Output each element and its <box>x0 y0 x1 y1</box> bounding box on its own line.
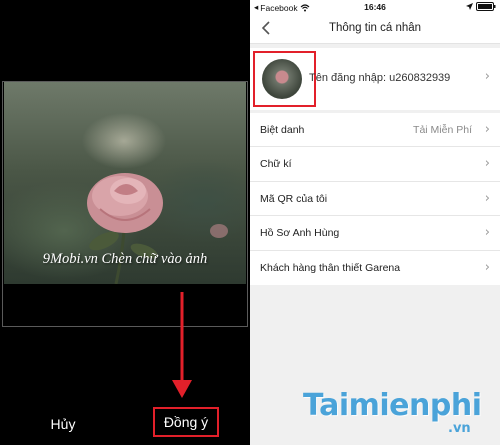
nav-bar: Thông tin cá nhân <box>250 14 500 44</box>
page-title: Thông tin cá nhân <box>328 22 422 34</box>
photo-crop-screen: 9Mobi.vn Chèn chữ vào ảnh Hủy Đồng ý <box>0 0 250 445</box>
menu-item-signature[interactable]: Chữ kí › <box>250 147 500 182</box>
menu-item-value: Tải Miễn Phí <box>413 124 472 136</box>
username: Tên đăng nhập: u260832939 <box>309 72 451 84</box>
battery-icon <box>476 2 496 11</box>
arrow-down-icon <box>172 292 192 398</box>
menu-item-label: Hồ Sơ Anh Hùng <box>260 227 340 240</box>
menu-item-label: Chữ kí <box>260 158 292 171</box>
profile-row[interactable]: Tên đăng nhập: u260832939 › <box>250 48 500 110</box>
profile-info-screen: ◂ Facebook 16:46 Thông tin cá nhân Tên đ… <box>250 0 500 445</box>
menu-item-qr-code[interactable]: Mã QR của tôi › <box>250 182 500 217</box>
chevron-right-icon: › <box>484 122 490 137</box>
menu-item-hero-profile[interactable]: Hồ Sơ Anh Hùng › <box>250 216 500 251</box>
status-bar: ◂ Facebook 16:46 <box>250 0 500 14</box>
status-time: 16:46 <box>364 2 386 12</box>
menu-item-label: Biệt danh <box>260 124 305 136</box>
agree-button[interactable]: Đồng ý <box>153 407 219 437</box>
menu-item-label: Khách hàng thân thiết Garena <box>260 261 401 274</box>
brand-tld: .vn <box>448 421 471 436</box>
menu-item-label: Mã QR của tôi <box>260 192 328 205</box>
photo-preview[interactable]: 9Mobi.vn Chèn chữ vào ảnh <box>4 81 246 284</box>
brand-watermark: Taimienphi <box>303 388 482 423</box>
chevron-right-icon: › <box>484 225 490 241</box>
profile-menu: Biệt danh Tải Miễn Phí › Chữ kí › Mã QR … <box>250 113 500 285</box>
chevron-right-icon: › <box>484 69 490 84</box>
location-icon <box>466 2 473 10</box>
menu-item-loyal-customer[interactable]: Khách hàng thân thiết Garena › <box>250 251 500 285</box>
menu-item-nickname[interactable]: Biệt danh Tải Miễn Phí › <box>250 113 500 148</box>
photo-caption: 9Mobi.vn Chèn chữ vào ảnh <box>42 251 208 267</box>
chevron-right-icon: › <box>484 259 490 275</box>
chevron-right-icon: › <box>484 190 490 206</box>
cancel-button[interactable]: Hủy <box>40 410 86 438</box>
avatar[interactable] <box>262 59 302 99</box>
chevron-right-icon: › <box>484 156 490 172</box>
avatar-highlight <box>253 51 316 107</box>
